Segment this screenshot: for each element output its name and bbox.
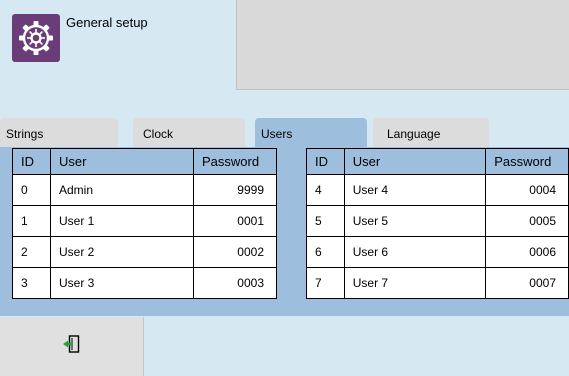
password-field[interactable]: 0003 bbox=[193, 267, 277, 299]
password-field[interactable]: 0007 bbox=[485, 267, 569, 299]
table-row[interactable]: 1 User 1 0001 bbox=[12, 205, 277, 237]
table-header-row: ID User Password bbox=[12, 148, 277, 175]
tab-label: Users bbox=[261, 127, 293, 141]
user-name-field[interactable]: User 6 bbox=[343, 236, 487, 268]
tab-strings[interactable]: Strings bbox=[0, 118, 118, 148]
column-header-password: Password bbox=[193, 148, 277, 175]
exit-button[interactable] bbox=[0, 317, 144, 376]
user-name-field[interactable]: User 5 bbox=[343, 205, 487, 237]
column-header-password: Password bbox=[485, 148, 569, 175]
user-name-field[interactable]: User 1 bbox=[50, 205, 194, 237]
password-field[interactable]: 0004 bbox=[485, 174, 569, 206]
password-field[interactable]: 0005 bbox=[485, 205, 569, 237]
user-id: 4 bbox=[306, 174, 345, 206]
tab-users[interactable]: Users bbox=[255, 118, 367, 148]
tab-clock[interactable]: Clock bbox=[133, 118, 245, 148]
gear-icon bbox=[12, 14, 60, 62]
table-row[interactable]: 5 User 5 0005 bbox=[306, 205, 569, 237]
users-table-right: ID User Password 4 User 4 0004 5 User 5 … bbox=[306, 148, 569, 299]
table-row[interactable]: 7 User 7 0007 bbox=[306, 267, 569, 299]
column-header-user: User bbox=[50, 148, 194, 175]
user-id: 5 bbox=[306, 205, 345, 237]
tab-label: Strings bbox=[6, 127, 44, 141]
password-field[interactable]: 9999 bbox=[193, 174, 277, 206]
page-title: General setup bbox=[66, 15, 148, 30]
column-header-user: User bbox=[343, 148, 487, 175]
user-name-field[interactable]: User 4 bbox=[343, 174, 487, 206]
user-id: 7 bbox=[306, 267, 345, 299]
user-id: 6 bbox=[306, 236, 345, 268]
user-id: 1 bbox=[12, 205, 51, 237]
table-row[interactable]: 0 Admin 9999 bbox=[12, 174, 277, 206]
user-id: 3 bbox=[12, 267, 51, 299]
table-row[interactable]: 4 User 4 0004 bbox=[306, 174, 569, 206]
table-row[interactable]: 6 User 6 0006 bbox=[306, 236, 569, 268]
table-row[interactable]: 3 User 3 0003 bbox=[12, 267, 277, 299]
tab-label: Language bbox=[387, 127, 441, 141]
users-panel: ID User Password 0 Admin 9999 1 User 1 0… bbox=[0, 147, 569, 316]
tab-language[interactable]: Language bbox=[373, 118, 489, 148]
table-row[interactable]: 2 User 2 0002 bbox=[12, 236, 277, 268]
password-field[interactable]: 0001 bbox=[193, 205, 277, 237]
column-header-id: ID bbox=[12, 148, 51, 175]
exit-icon bbox=[60, 332, 84, 361]
tab-label: Clock bbox=[143, 127, 174, 141]
column-header-id: ID bbox=[306, 148, 345, 175]
tab-bar: Strings Clock Users Language bbox=[0, 118, 569, 148]
users-table-left: ID User Password 0 Admin 9999 1 User 1 0… bbox=[12, 148, 277, 299]
password-field[interactable]: 0002 bbox=[193, 236, 277, 268]
user-name-field[interactable]: User 2 bbox=[50, 236, 194, 268]
user-name-field[interactable]: User 7 bbox=[343, 267, 487, 299]
user-name-field[interactable]: Admin bbox=[50, 174, 194, 206]
user-name-field[interactable]: User 3 bbox=[50, 267, 194, 299]
table-header-row: ID User Password bbox=[306, 148, 569, 175]
user-id: 0 bbox=[12, 174, 51, 206]
user-id: 2 bbox=[12, 236, 51, 268]
header-panel bbox=[236, 0, 569, 90]
password-field[interactable]: 0006 bbox=[485, 236, 569, 268]
